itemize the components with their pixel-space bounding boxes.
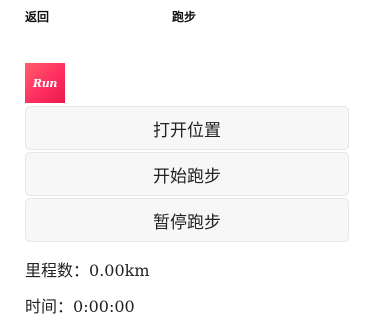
open-location-button[interactable]: 打开位置 [25,106,349,150]
time-label: 时间： [25,297,74,316]
logo-text: Run [32,76,58,90]
back-link[interactable]: 返回 [25,9,49,25]
time-readout: 时间：0:00:00 [25,297,135,317]
distance-value: 0.00km [89,261,150,280]
distance-label: 里程数： [25,261,90,280]
run-logo-icon: Run [25,63,65,103]
time-value: 0:00:00 [73,297,135,316]
top-bar: 返回 跑步 [0,0,384,34]
distance-readout: 里程数：0.00km [25,261,150,281]
page-title: 跑步 [172,10,197,24]
start-run-button[interactable]: 开始跑步 [25,152,349,196]
pause-run-button[interactable]: 暂停跑步 [25,198,349,242]
